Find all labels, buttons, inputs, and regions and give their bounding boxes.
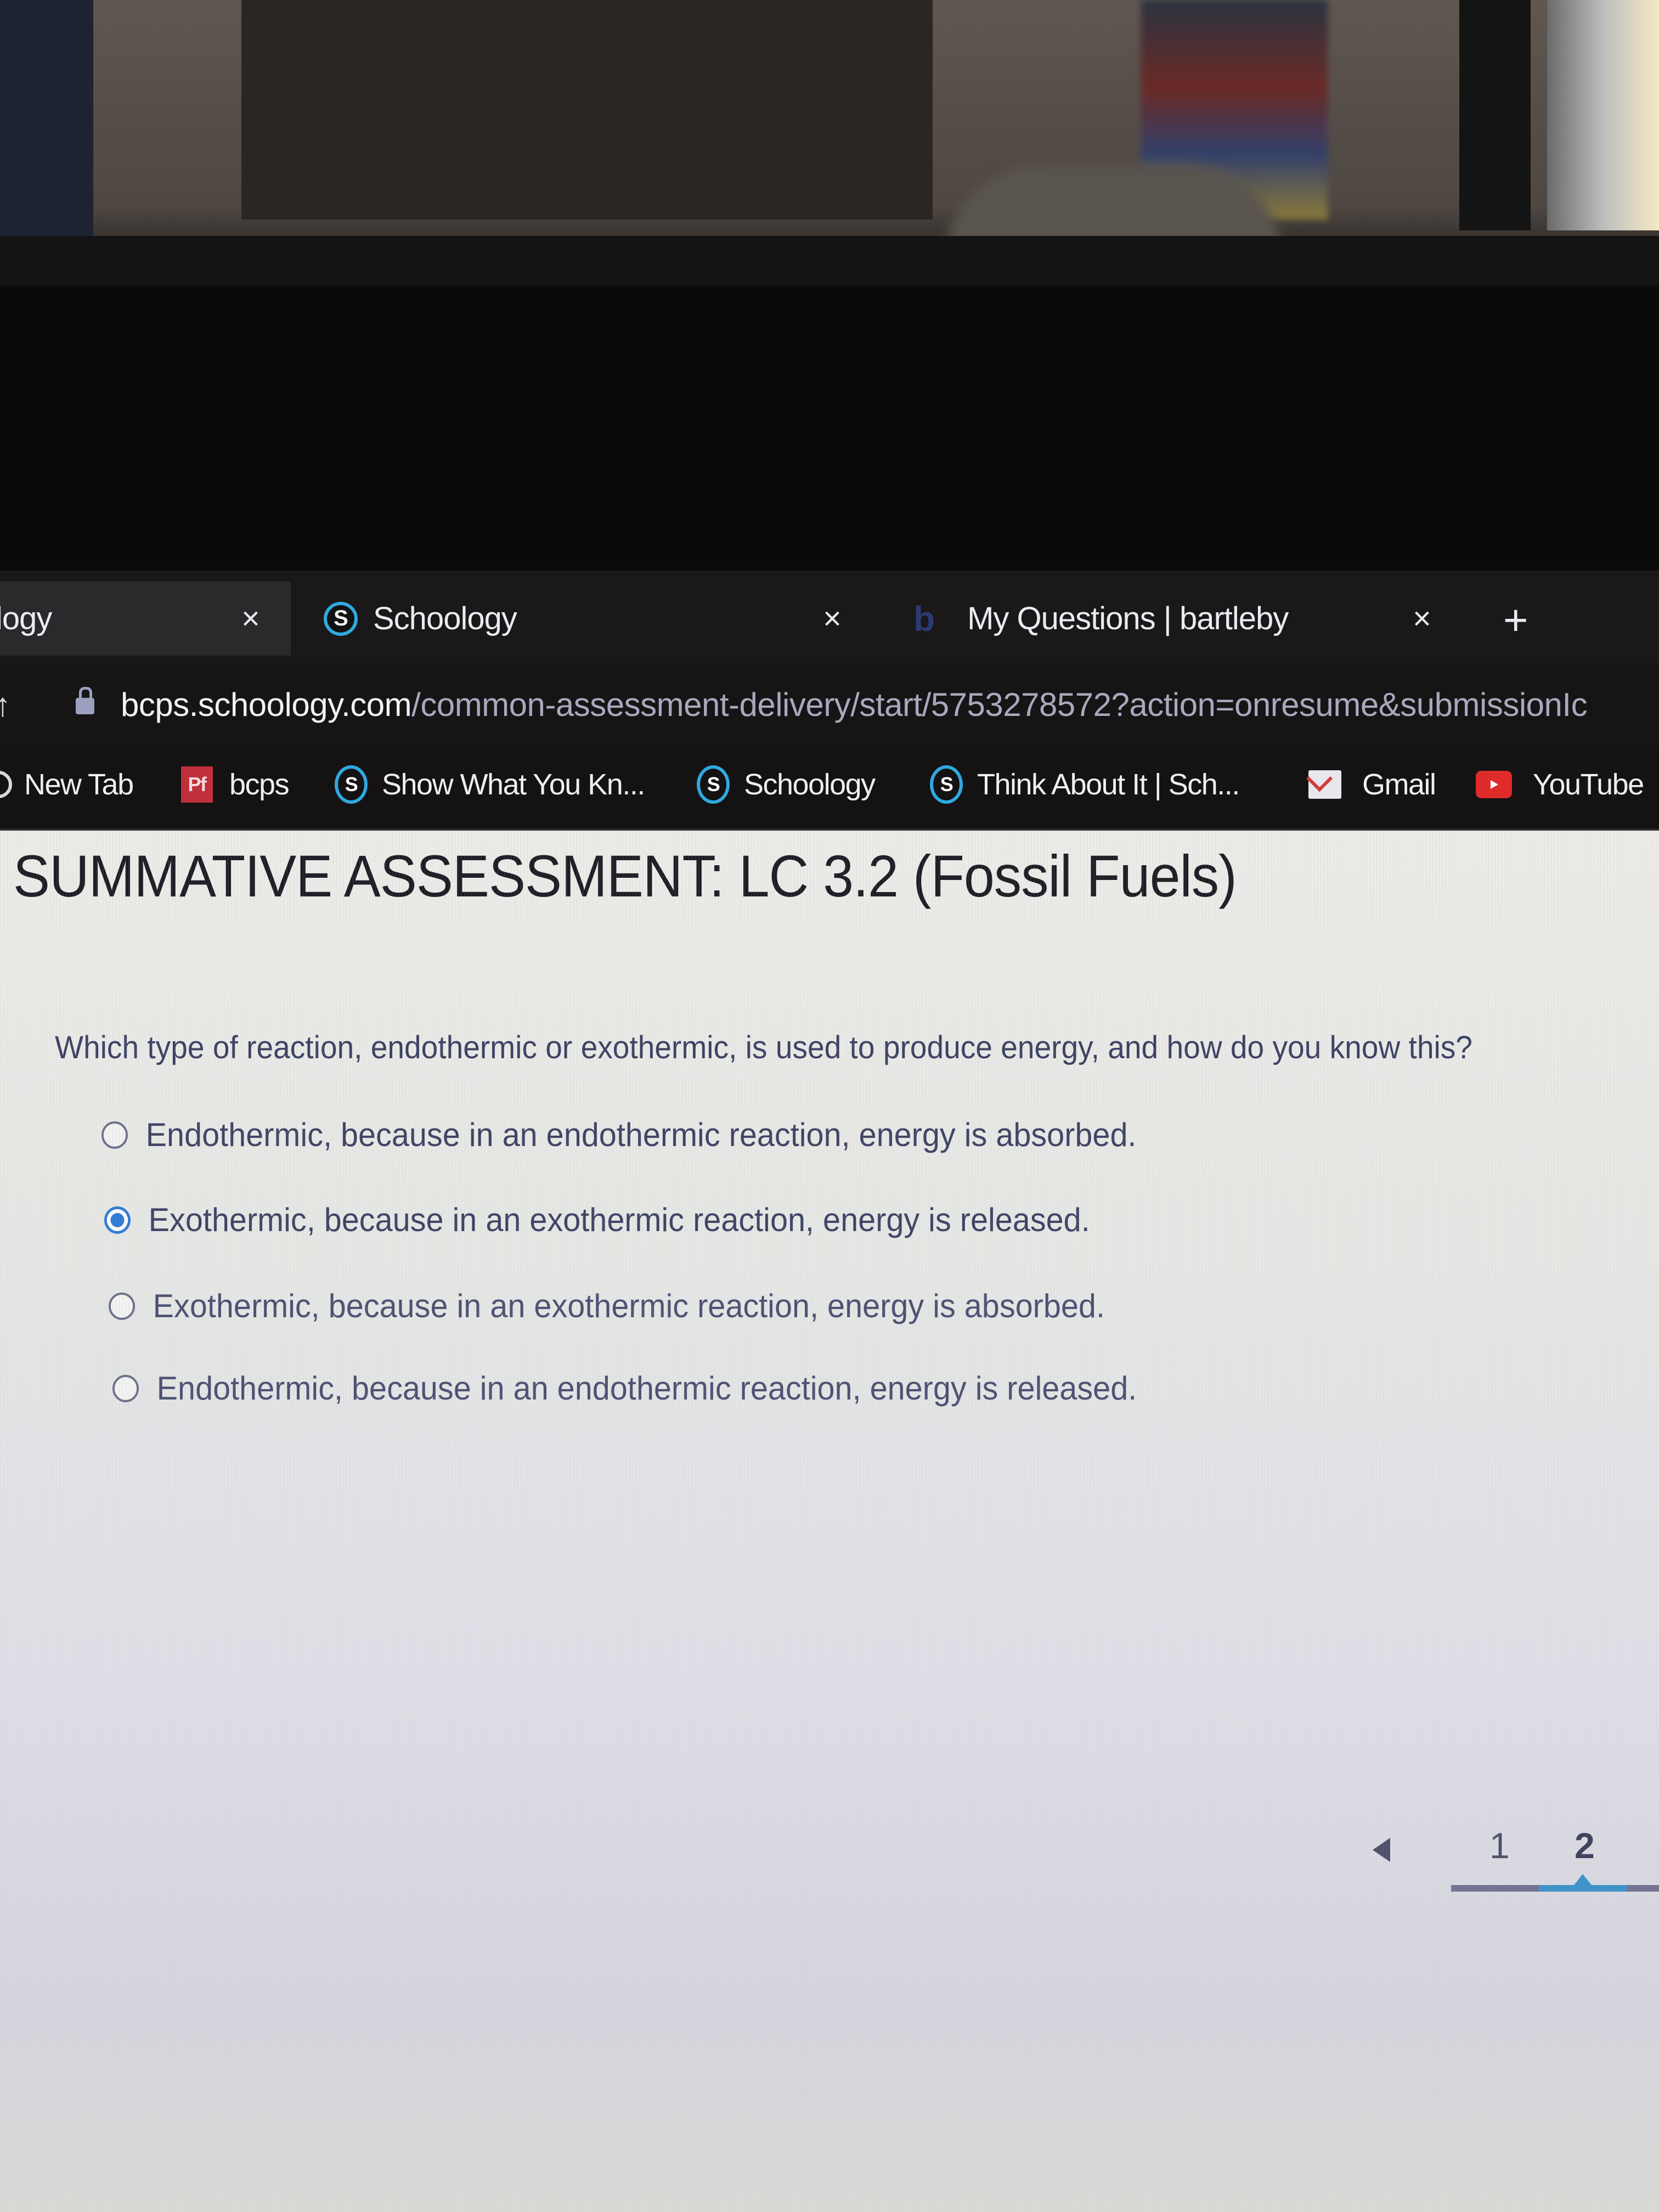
tab-close-icon[interactable]: ×	[823, 600, 842, 637]
tab-close-icon[interactable]: ×	[241, 600, 260, 637]
url-path: /common-assessment-delivery/start/575327…	[411, 686, 1588, 723]
globe-icon	[0, 771, 12, 798]
tab-title: Schoology	[373, 601, 517, 636]
bookmark-gmail[interactable]: Gmail	[1308, 763, 1436, 806]
assessment-page: SUMMATIVE ASSESSMENT: LC 3.2 (Fossil Fue…	[0, 831, 1659, 2212]
bookmark-show-what-you-know[interactable]: S Show What You Kn...	[335, 763, 645, 806]
page-number-2-current[interactable]: 2	[1575, 1825, 1595, 1866]
url-text[interactable]: bcps.schoology.com/common-assessment-del…	[121, 686, 1588, 724]
bookmark-label: Gmail	[1362, 768, 1436, 801]
bookmark-label: YouTube	[1533, 768, 1644, 801]
room-background	[0, 0, 1659, 263]
previous-arrow-icon[interactable]	[1373, 1838, 1390, 1862]
question-text: Which type of reaction, endothermic or e…	[55, 1030, 1472, 1065]
bookmark-new-tab[interactable]: New Tab	[0, 763, 134, 806]
bookmark-label: Show What You Kn...	[382, 768, 645, 801]
background-poster	[241, 0, 933, 219]
address-bar[interactable]: ↑ bcps.schoology.com/common-assessment-d…	[0, 664, 1659, 746]
browser-tab-strip: logy × S Schoology × b My Questions | ba…	[0, 571, 1659, 664]
answer-label: Exothermic, because in an exothermic rea…	[153, 1288, 1105, 1324]
bookmark-bcps[interactable]: Pf bcps	[181, 763, 290, 806]
bookmark-youtube[interactable]: YouTube	[1476, 763, 1644, 806]
schoology-icon: S	[930, 765, 963, 804]
page-title: SUMMATIVE ASSESSMENT: LC 3.2 (Fossil Fue…	[13, 843, 1237, 909]
radio-button[interactable]	[112, 1374, 139, 1402]
background-wall-edge	[0, 0, 93, 252]
radio-button-checked[interactable]	[104, 1206, 131, 1234]
lock-icon[interactable]	[76, 687, 94, 714]
schoology-icon: S	[697, 765, 730, 804]
bookmark-label: bcps	[229, 768, 290, 801]
tab-title: logy	[0, 601, 52, 636]
bookmark-think-about-it[interactable]: S Think About It | Sch...	[930, 763, 1240, 806]
monitor-top-edge	[0, 236, 1659, 285]
answer-label: Exothermic, because in an exothermic rea…	[148, 1201, 1090, 1238]
answer-option[interactable]: Exothermic, because in an exothermic rea…	[109, 1287, 1105, 1325]
answer-label: Endothermic, because in an endothermic r…	[156, 1370, 1137, 1407]
answer-option[interactable]: Endothermic, because in an endothermic r…	[112, 1369, 1137, 1407]
pf-icon: Pf	[181, 766, 213, 803]
page-number-1[interactable]: 1	[1489, 1825, 1510, 1866]
bookmark-label: Schoology	[744, 768, 876, 801]
url-host: bcps.schoology.com	[121, 686, 412, 723]
background-frame	[1459, 0, 1531, 230]
tab-schoology-previous[interactable]: logy ×	[0, 582, 291, 656]
tab-bartleby[interactable]: b My Questions | bartleby ×	[913, 582, 1462, 656]
back-arrow-icon[interactable]: ↑	[0, 686, 11, 724]
bookmark-schoology[interactable]: S Schoology	[697, 763, 876, 806]
schoology-icon: S	[335, 765, 368, 804]
radio-button[interactable]	[109, 1292, 135, 1320]
bartleby-icon: b	[913, 599, 935, 639]
radio-button[interactable]	[101, 1121, 128, 1149]
monitor-bezel	[0, 236, 1659, 565]
background-window	[1547, 0, 1659, 230]
pagination-current-indicator	[1539, 1874, 1627, 1892]
answer-label: Endothermic, because in an endothermic r…	[145, 1116, 1137, 1153]
bookmarks-bar: New Tab Pf bcps S Show What You Kn... S …	[0, 746, 1659, 831]
tab-schoology-active[interactable]: S Schoology ×	[324, 582, 861, 656]
schoology-icon: S	[324, 601, 358, 636]
youtube-icon	[1476, 771, 1512, 798]
bookmark-label: Think About It | Sch...	[977, 768, 1240, 801]
answer-option[interactable]: Endothermic, because in an endothermic r…	[101, 1116, 1136, 1154]
answer-option-selected[interactable]: Exothermic, because in an exothermic rea…	[104, 1201, 1090, 1239]
bookmark-label: New Tab	[24, 768, 134, 801]
gmail-icon	[1308, 770, 1341, 799]
tab-close-icon[interactable]: ×	[1413, 600, 1431, 637]
new-tab-button[interactable]: +	[1503, 595, 1528, 645]
tab-title: My Questions | bartleby	[967, 601, 1289, 636]
